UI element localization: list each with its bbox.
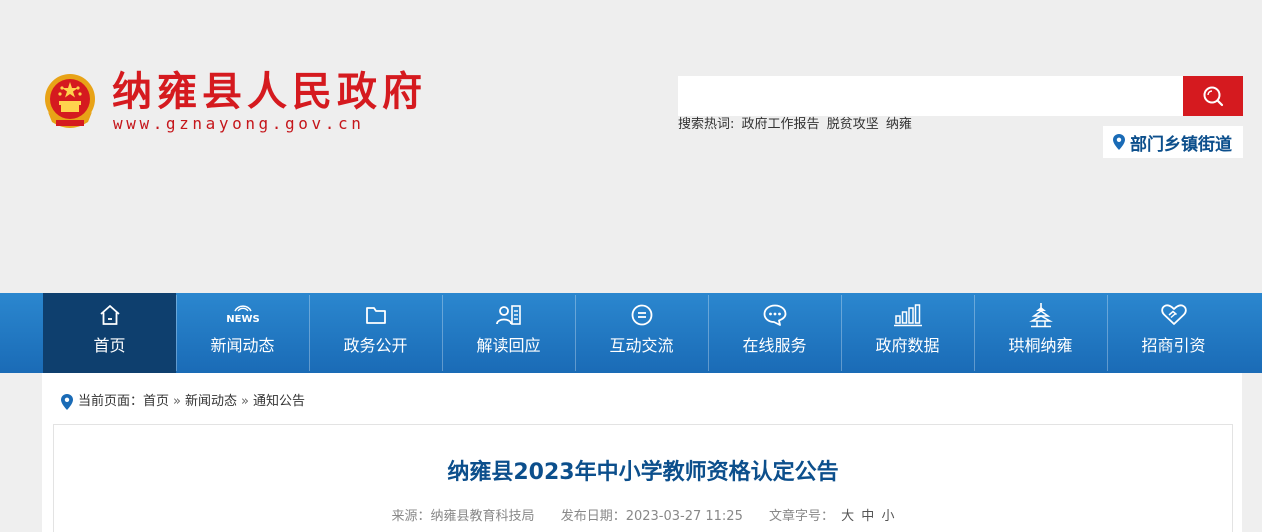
- location-pin-icon: [61, 394, 73, 410]
- font-size-label: 文章字号：: [768, 509, 834, 524]
- nav-label: 政府数据: [875, 336, 940, 355]
- dept-township-link[interactable]: 部门乡镇街道: [1103, 126, 1243, 158]
- content-area: 当前页面： 首页 » 新闻动态 » 通知公告 纳雍县2023年中小学教师资格认定…: [42, 373, 1242, 532]
- nav-item-investment[interactable]: 招商引资: [1107, 293, 1240, 373]
- article-date: 发布日期：2023-03-27 11:25: [560, 509, 743, 524]
- search-button[interactable]: [1183, 76, 1243, 116]
- breadcrumb-label: 当前页面：: [78, 394, 144, 409]
- article-meta: 来源：纳雍县教育科技局 发布日期：2023-03-27 11:25 文章字号： …: [54, 508, 1232, 526]
- national-emblem-icon: [45, 74, 95, 128]
- font-size-medium[interactable]: 中: [861, 509, 874, 524]
- search-hotwords: 搜索热词: 政府工作报告 脱贫攻坚 纳雍: [678, 116, 915, 134]
- nav-item-gov-affairs[interactable]: 政务公开: [309, 293, 442, 373]
- breadcrumb-link-notice[interactable]: 通知公告: [253, 393, 305, 411]
- breadcrumb-separator: »: [173, 394, 181, 409]
- hotwords-label: 搜索热词:: [678, 117, 735, 132]
- nav-label: 政务公开: [343, 336, 408, 355]
- nav-label: 首页: [93, 336, 126, 355]
- main-nav: 首页 NEWS 新闻动态 政务公开 解读回应 互动交流 在线服务 政府数据 珙桐…: [0, 293, 1262, 377]
- article-title: 纳雍县2023年中小学教师资格认定公告: [447, 460, 839, 485]
- site-header: 纳雍县人民政府 www.gznayong.gov.cn 搜索热词: 政府工作报告…: [0, 0, 1262, 293]
- article-source: 来源：纳雍县教育科技局: [391, 509, 535, 524]
- nav-item-gov-data[interactable]: 政府数据: [841, 293, 974, 373]
- site-title: 纳雍县人民政府: [112, 68, 427, 115]
- nav-item-interaction[interactable]: 互动交流: [575, 293, 708, 373]
- breadcrumb-separator: »: [241, 394, 249, 409]
- folder-icon: [365, 307, 386, 324]
- handshake-heart-icon: [1160, 304, 1187, 325]
- nav-item-online-service[interactable]: 在线服务: [708, 293, 841, 373]
- news-icon: NEWS: [226, 305, 259, 325]
- breadcrumb-link-news[interactable]: 新闻动态: [185, 393, 237, 411]
- service-bubble-icon: [763, 304, 786, 326]
- nav-label: 新闻动态: [210, 336, 275, 355]
- home-icon: [99, 305, 120, 325]
- location-pin-icon: [1113, 134, 1125, 150]
- nav-label: 珙桐纳雍: [1008, 336, 1073, 355]
- tower-icon: [1028, 303, 1053, 328]
- chat-icon: [631, 304, 652, 326]
- news-icon-text: NEWS: [226, 314, 259, 325]
- nav-label: 解读回应: [476, 336, 541, 355]
- search-input[interactable]: [678, 76, 1183, 116]
- hotword-link[interactable]: 脱贫攻坚: [827, 117, 879, 132]
- breadcrumb-link-home[interactable]: 首页: [143, 393, 169, 411]
- nav-label: 在线服务: [742, 336, 807, 355]
- hotword-link[interactable]: 政府工作报告: [742, 117, 820, 132]
- bar-chart-icon: [893, 304, 922, 327]
- font-size-small[interactable]: 小: [881, 509, 894, 524]
- dept-link-label: 部门乡镇街道: [1130, 134, 1232, 155]
- interpret-icon: [495, 305, 521, 325]
- nav-item-gongtong-nayong[interactable]: 珙桐纳雍: [974, 293, 1107, 373]
- site-url: www.gznayong.gov.cn: [113, 114, 365, 133]
- nav-label: 互动交流: [609, 336, 674, 355]
- nav-item-interpret[interactable]: 解读回应: [442, 293, 575, 373]
- hotword-link[interactable]: 纳雍: [886, 117, 912, 132]
- nav-item-home[interactable]: 首页: [43, 293, 176, 377]
- nav-label: 招商引资: [1141, 336, 1206, 355]
- breadcrumb: 当前页面： 首页 » 新闻动态 » 通知公告: [60, 393, 305, 411]
- nav-item-news[interactable]: NEWS 新闻动态: [176, 293, 309, 373]
- article-container: 纳雍县2023年中小学教师资格认定公告 来源：纳雍县教育科技局 发布日期：202…: [53, 424, 1233, 532]
- search-icon: [1203, 86, 1224, 107]
- font-size-large[interactable]: 大: [841, 509, 854, 524]
